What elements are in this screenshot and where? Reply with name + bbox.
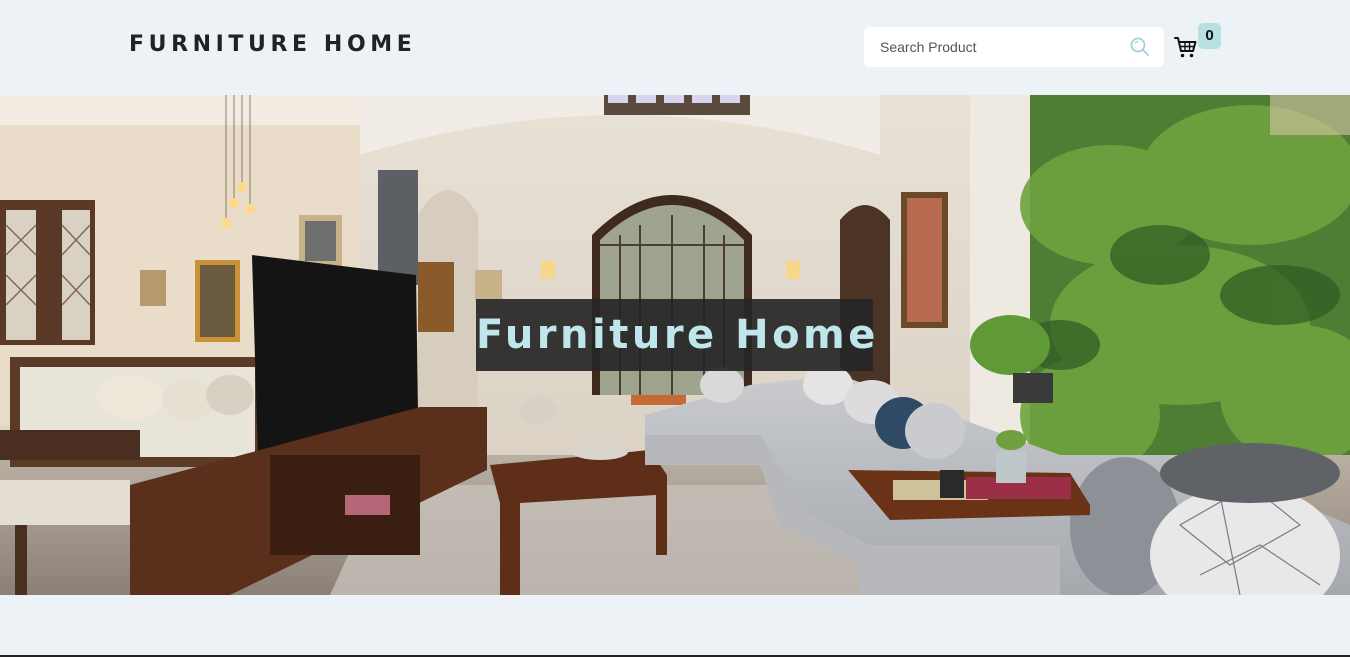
site-logo[interactable]: FURNITURE HOME	[129, 32, 416, 57]
cart-icon[interactable]	[1174, 35, 1198, 59]
hero-title: Furniture Home	[476, 312, 879, 358]
hero-title-box: Furniture Home	[476, 299, 879, 371]
hero-banner: Furniture Home	[0, 95, 1350, 595]
search-icon[interactable]	[1130, 37, 1150, 57]
cart-count-badge[interactable]: 0	[1198, 23, 1221, 49]
search-input[interactable]	[864, 27, 1130, 67]
search-box	[864, 27, 1164, 67]
site-header: FURNITURE HOME 0	[0, 0, 1350, 95]
